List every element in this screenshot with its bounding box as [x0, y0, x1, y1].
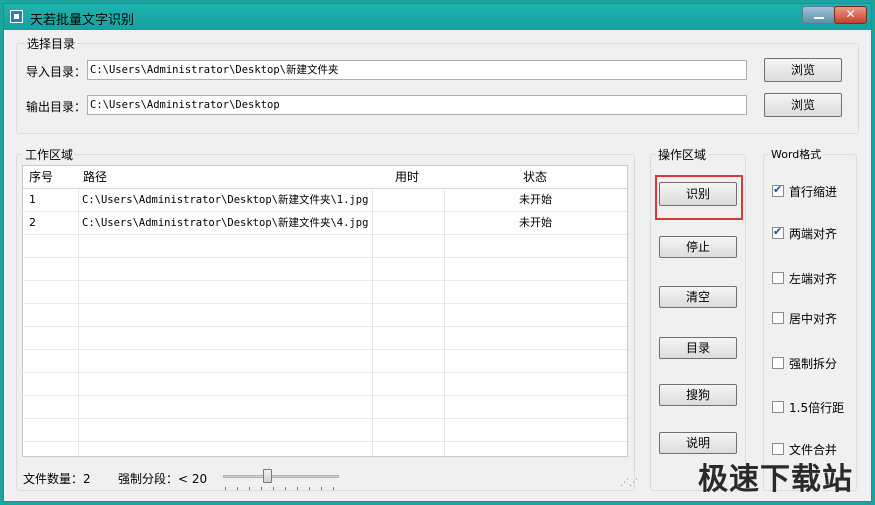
table-row-empty [23, 235, 627, 258]
minimize-button[interactable] [802, 6, 835, 24]
resize-grip-icon[interactable]: ⋰⋰ [620, 478, 638, 488]
watermark-logo: 极速下载站 [698, 462, 853, 497]
export-browse-button[interactable]: 浏览 [764, 93, 842, 117]
table-row[interactable]: 2 C:\Users\Administrator\Desktop\新建文件夹\4… [23, 212, 627, 235]
row-index: 1 [29, 193, 36, 206]
app-icon [10, 10, 23, 23]
stop-button[interactable]: 停止 [659, 236, 737, 258]
slider-tick [309, 487, 310, 490]
window-title: 天若批量文字识别 [30, 13, 135, 28]
row-path: C:\Users\Administrator\Desktop\新建文件夹\1.j… [82, 194, 369, 206]
justify-checkbox[interactable] [772, 225, 784, 239]
recognize-button[interactable]: 识别 [659, 182, 737, 206]
word-format-title: Word格式 [769, 146, 824, 162]
import-dir-field[interactable]: C:\Users\Administrator\Desktop\新建文件夹 [87, 60, 747, 80]
directory-group-title: 选择目录 [25, 35, 78, 52]
center-align-checkbox[interactable] [772, 312, 784, 324]
export-dir-label: 输出目录： [26, 100, 87, 114]
first-line-indent-checkbox[interactable] [772, 183, 784, 197]
table-row-empty [23, 396, 627, 419]
import-browse-button[interactable]: 浏览 [764, 58, 842, 82]
export-dir-field[interactable]: C:\Users\Administrator\Desktop [87, 95, 747, 115]
table-row-empty [23, 419, 627, 442]
slider-tick [237, 487, 238, 490]
force-split-checkbox[interactable] [772, 357, 784, 369]
center-align-label[interactable]: 居中对齐 [789, 310, 837, 327]
table-row-empty [23, 281, 627, 304]
table-row-empty [23, 350, 627, 373]
row-path: C:\Users\Administrator\Desktop\新建文件夹\4.j… [82, 217, 369, 229]
split-slider-track[interactable] [223, 475, 339, 478]
table-row-empty [23, 373, 627, 396]
row-status: 未开始 [519, 216, 552, 229]
file-table[interactable]: 序号 路径 用时 状态 1 C:\Users\Administrator\Des… [22, 165, 628, 457]
help-button[interactable]: 说明 [659, 432, 737, 454]
column-header-status[interactable]: 状态 [523, 166, 547, 189]
slider-tick [333, 487, 334, 490]
left-align-checkbox[interactable] [772, 272, 784, 284]
row-status: 未开始 [519, 193, 552, 206]
split-label: 强制分段：< 20 [118, 472, 208, 486]
justify-label[interactable]: 两端对齐 [789, 225, 837, 242]
line-spacing-checkbox[interactable] [772, 401, 784, 413]
directory-group: 选择目录 [16, 35, 859, 134]
clear-button[interactable]: 清空 [659, 286, 737, 308]
table-header: 序号 路径 用时 状态 [23, 166, 627, 189]
import-dir-label: 导入目录： [26, 65, 87, 79]
split-slider-thumb[interactable] [263, 469, 272, 483]
operation-area-title: 操作区域 [656, 146, 709, 163]
app-window: 天若批量文字识别 ✕ 选择目录 导入目录： C:\Users\Administr… [3, 3, 872, 502]
close-button[interactable]: ✕ [834, 6, 867, 24]
line-spacing-label[interactable]: 1.5倍行距 [789, 399, 844, 416]
slider-tick [249, 487, 250, 490]
slider-tick [261, 487, 262, 490]
table-row-empty [23, 304, 627, 327]
table-row[interactable]: 1 C:\Users\Administrator\Desktop\新建文件夹\1… [23, 189, 627, 212]
left-align-label[interactable]: 左端对齐 [789, 270, 837, 287]
table-row-empty [23, 327, 627, 350]
file-count: 文件数量：2 [23, 472, 91, 486]
close-icon: ✕ [845, 7, 856, 21]
title-bar: 天若批量文字识别 ✕ [4, 4, 871, 30]
force-split-label[interactable]: 强制拆分 [789, 355, 837, 372]
table-row-empty [23, 258, 627, 281]
slider-tick [297, 487, 298, 490]
slider-tick [273, 487, 274, 490]
slider-tick [321, 487, 322, 490]
work-area-title: 工作区域 [23, 146, 76, 163]
column-header-time[interactable]: 用时 [395, 166, 419, 189]
slider-tick [285, 487, 286, 490]
minimize-icon [814, 17, 824, 19]
first-line-indent-label[interactable]: 首行缩进 [789, 183, 837, 200]
column-header-index[interactable]: 序号 [29, 166, 53, 189]
column-header-path[interactable]: 路径 [83, 166, 107, 189]
slider-tick [225, 487, 226, 490]
sogou-button[interactable]: 搜狗 [659, 384, 737, 406]
row-index: 2 [29, 216, 36, 229]
directory-button[interactable]: 目录 [659, 337, 737, 359]
